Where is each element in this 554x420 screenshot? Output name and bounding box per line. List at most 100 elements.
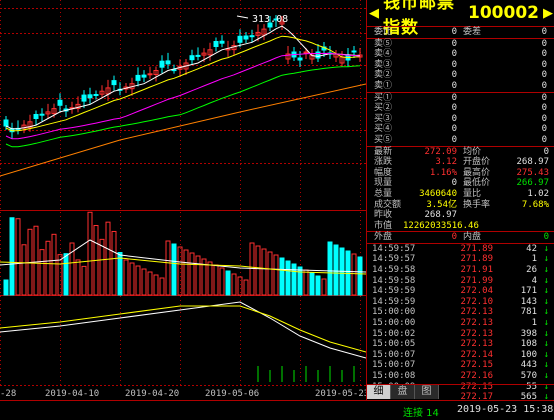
volume-bar (81, 265, 87, 296)
volume-ma-line (0, 239, 367, 273)
tick-time: 15:00:00 (372, 307, 416, 318)
candle-body (303, 51, 309, 54)
volume-bar (267, 251, 273, 296)
buy-level-row: 买⑤ 0 0 (367, 135, 554, 146)
volume-bar (45, 240, 51, 296)
tick-row: 15:00:08 272.16 570 ↓ (367, 371, 554, 382)
moving-average-line (0, 83, 367, 177)
quote-row: 现量 0 最低价 266.97 (367, 178, 554, 189)
candle-body (219, 40, 225, 44)
tick-time: 15:00:08 (372, 371, 416, 381)
sell-level-volume: 0 (541, 38, 547, 49)
quote-row: 涨跌 3.12 开盘价 268.97 (367, 157, 554, 168)
prev-stock-icon[interactable]: ◀ (367, 6, 381, 21)
volume-bar (231, 273, 237, 296)
volume-bar (285, 260, 291, 296)
kline-chart[interactable]: 313.08 -28 2019-04-10 2019-04-20 2019-05-06 2… (0, 0, 369, 400)
quote-row: 成交额 3.54亿 换手率 7.68% (367, 200, 554, 211)
tick-row: 14:59:59 272.10 143 ↓ (367, 297, 554, 308)
volume-bar (177, 246, 183, 296)
buy-level-row: 买② 0 0 (367, 103, 554, 114)
tick-price: 271.89 (460, 254, 493, 265)
tick-time: 15:00:07 (372, 349, 416, 360)
quote-value: 3460640 (419, 188, 457, 199)
tick-volume: 108 (520, 339, 537, 350)
date-tick-label: 2019-05-23 (315, 389, 366, 399)
kline-chart-area[interactable]: 313.08 -28 2019-04-10 2019-04-20 2019-05-06 2… (0, 0, 369, 400)
tick-volume: 4 (531, 275, 537, 286)
buy-level-row: 买③ 0 0 (367, 114, 554, 125)
tick-price: 272.16 (460, 371, 493, 381)
volume-bar (195, 255, 201, 296)
quote-row: 昨收 268.97 (367, 210, 554, 221)
candle-body (57, 99, 63, 106)
tick-time: 14:59:57 (372, 254, 416, 265)
buy-level-price: 0 (451, 134, 457, 145)
quote-value: 12262033516.46 (403, 220, 479, 231)
quote-label: 幅度 (374, 167, 393, 178)
sell-level-volume: 0 (541, 59, 547, 70)
next-stock-icon[interactable]: ▶ (541, 6, 554, 21)
buy-level-label: 买② (374, 103, 393, 114)
sell-level-volume: 0 (541, 80, 547, 91)
tab-depth[interactable]: 盘 (391, 385, 415, 399)
tick-row: 15:00:00 272.13 781 ↓ (367, 307, 554, 318)
quote-value: 268.97 (516, 157, 549, 168)
candle-body (147, 73, 153, 76)
tick-volume: 100 (520, 349, 537, 360)
sell-level-label: 卖④ (374, 49, 393, 60)
high-price-label: 313.08 (252, 14, 288, 25)
volume-bar (51, 233, 57, 296)
candle-body (243, 35, 249, 40)
quote-value: 0 (543, 232, 549, 243)
quote-label: 外盘 (374, 232, 393, 243)
sell-level-label: 卖⑤ (374, 38, 393, 49)
volume-bar (63, 253, 69, 296)
tick-time: 14:59:59 (372, 296, 416, 307)
quote-label: 现量 (374, 178, 393, 189)
tick-price: 272.04 (460, 286, 493, 297)
order-ratio-label: 委比 (374, 27, 393, 37)
volume-bar (123, 259, 129, 296)
volume-bar (351, 253, 357, 296)
tick-volume: 398 (520, 328, 537, 339)
quote-value: 268.97 (424, 210, 457, 221)
volume-bar (21, 244, 27, 296)
tick-volume: 781 (520, 307, 537, 318)
volume-bar (297, 266, 303, 296)
tab-detail[interactable]: 细 (367, 385, 391, 399)
volume-bar (9, 217, 15, 296)
tick-price: 271.91 (460, 265, 493, 276)
sell-level-volume: 0 (541, 70, 547, 81)
sell-level-row: 卖② 0 0 (367, 70, 554, 81)
sell-level-label: 卖③ (374, 59, 393, 70)
quote-value: 0 (451, 178, 457, 189)
volume-bar (75, 259, 81, 296)
tick-price: 272.14 (460, 349, 493, 360)
candle-body (297, 57, 303, 61)
candle-body (135, 74, 141, 81)
volume-bar (135, 265, 141, 296)
status-datetime: 2019-05-23 15:38 (457, 404, 554, 415)
tick-row: 15:00:07 272.14 100 ↓ (367, 350, 554, 361)
volume-bar (321, 278, 327, 296)
indicator-line (0, 301, 367, 359)
order-ratio-row: 委比 0 委差 0 (367, 26, 554, 38)
tick-row: 15:00:05 272.13 108 ↓ (367, 339, 554, 350)
down-arrow-icon: ↓ (543, 349, 549, 360)
tick-row: 15:00:07 272.15 443 ↓ (367, 360, 554, 371)
tab-chart[interactable]: 图 (415, 385, 439, 399)
down-arrow-icon: ↓ (543, 243, 549, 254)
volume-bar (243, 279, 249, 296)
volume-bar (249, 242, 255, 296)
quote-label: 换手率 (463, 199, 491, 210)
quote-label: 最新 (374, 146, 393, 157)
indicator-line (0, 305, 367, 353)
tick-row: 14:59:57 271.89 1 ↓ (367, 254, 554, 265)
quote-value: 3.54亿 (426, 199, 457, 210)
volume-bar (213, 264, 219, 296)
quote-label: 均价 (463, 146, 482, 157)
volume-bar (129, 262, 135, 296)
tick-price: 271.99 (460, 275, 493, 286)
volume-bar (225, 270, 231, 296)
